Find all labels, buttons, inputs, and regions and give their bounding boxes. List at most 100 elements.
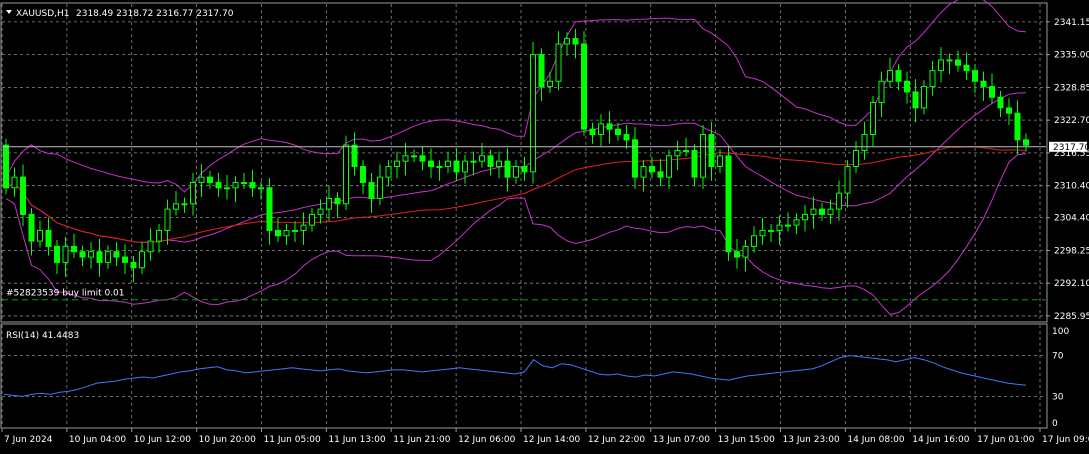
bullish-candle bbox=[62, 245, 69, 263]
bullish-candle bbox=[751, 235, 757, 247]
bullish-candle bbox=[173, 203, 179, 210]
bearish-candle bbox=[351, 144, 358, 167]
bullish-candle bbox=[402, 155, 409, 162]
bullish-candle bbox=[462, 160, 468, 173]
bullish-candle bbox=[878, 80, 885, 104]
bullish-candle bbox=[470, 160, 477, 163]
bearish-candle bbox=[3, 144, 9, 189]
bullish-candle bbox=[768, 229, 774, 232]
ohlc-values: 2318.49 2318.72 2316.77 2317.70 bbox=[76, 9, 234, 19]
bearish-candle bbox=[963, 64, 970, 72]
bearish-candle bbox=[419, 155, 426, 162]
bullish-candle bbox=[785, 224, 791, 227]
price-tick-label: 2322.70 bbox=[1054, 116, 1089, 126]
bearish-candle bbox=[28, 213, 35, 242]
bullish-candle bbox=[717, 155, 723, 167]
bearish-candle bbox=[734, 251, 740, 258]
bullish-candle bbox=[283, 229, 290, 237]
bullish-candle bbox=[683, 150, 689, 153]
bearish-candle bbox=[589, 128, 596, 136]
buy-limit-order-label: #52823539 buy limit 0.01 bbox=[6, 289, 125, 299]
bullish-candle bbox=[232, 181, 239, 189]
price-tick-label: 2285.95 bbox=[1054, 312, 1089, 322]
bullish-candle bbox=[411, 155, 417, 158]
time-tick-label: 10 Jun 20:00 bbox=[199, 435, 256, 445]
bullish-candle bbox=[759, 229, 766, 237]
bullish-candle bbox=[836, 192, 842, 210]
bearish-candle bbox=[96, 251, 103, 263]
bullish-candle bbox=[292, 229, 298, 232]
bullish-candle bbox=[921, 86, 927, 109]
bearish-candle bbox=[632, 139, 638, 178]
time-tick-label: 12 Jun 06:00 bbox=[458, 435, 515, 445]
time-tick-label: 17 Jun 09:00 bbox=[1042, 435, 1089, 445]
bearish-candle bbox=[1014, 112, 1021, 141]
bearish-candle bbox=[819, 208, 825, 215]
price-tick-label: 2310.40 bbox=[1054, 182, 1089, 192]
bearish-candle bbox=[691, 150, 698, 178]
rsi-level-label: 0 bbox=[1052, 419, 1058, 429]
rsi-label: RSI(14) 41.4483 bbox=[6, 331, 79, 341]
symbol-timeframe: XAUUSD,H1 bbox=[16, 9, 70, 19]
bullish-candle bbox=[385, 165, 392, 178]
bullish-candle bbox=[309, 213, 315, 226]
bullish-candle bbox=[666, 155, 672, 178]
price-tick-label: 2328.85 bbox=[1054, 83, 1089, 93]
current-price-label: 2317.70 bbox=[1053, 143, 1089, 153]
price-tick-label: 2292.10 bbox=[1054, 279, 1089, 289]
time-tick-label: 14 Jun 16:00 bbox=[912, 435, 969, 445]
bullish-candle bbox=[190, 181, 196, 205]
bearish-candle bbox=[1006, 107, 1012, 114]
chart-window[interactable]: #52823539 buy limit 0.01 XAUUSD,H1 2318.… bbox=[0, 0, 1089, 454]
time-tick-label: 17 Jun 01:00 bbox=[977, 435, 1034, 445]
time-tick-label: 10 Jun 12:00 bbox=[134, 435, 191, 445]
bullish-candle bbox=[598, 123, 604, 136]
bearish-candle bbox=[708, 134, 715, 167]
rsi-level-label: 100 bbox=[1052, 327, 1069, 337]
time-tick-label: 13 Jun 07:00 bbox=[653, 435, 710, 445]
bearish-candle bbox=[521, 165, 528, 173]
bullish-candle bbox=[258, 187, 264, 190]
bullish-candle bbox=[810, 208, 817, 215]
rsi-panel[interactable] bbox=[0, 323, 1048, 429]
bullish-candle bbox=[776, 224, 783, 231]
bullish-candle bbox=[547, 80, 553, 88]
bearish-candle bbox=[130, 261, 137, 269]
bearish-candle bbox=[606, 123, 613, 130]
bullish-candle bbox=[88, 251, 94, 258]
bearish-candle bbox=[955, 59, 961, 66]
bearish-candle bbox=[487, 155, 494, 167]
bearish-candle bbox=[207, 176, 213, 183]
price-axis[interactable]: 2341.152335.002328.852322.702316.552310.… bbox=[1046, 18, 1089, 322]
bullish-candle bbox=[147, 240, 154, 253]
time-axis[interactable]: 7 Jun 2024 10 Jun 04:00 10 Jun 12:00 10 Jun… bbox=[1, 428, 1089, 445]
bearish-candle bbox=[266, 187, 273, 231]
bearish-candle bbox=[45, 229, 52, 247]
bearish-candle bbox=[980, 80, 987, 88]
price-tick-label: 2298.25 bbox=[1054, 246, 1089, 256]
time-tick-label: 11 Jun 21:00 bbox=[393, 435, 450, 445]
time-tick-label: 7 Jun 2024 bbox=[4, 435, 53, 445]
time-tick-label: 10 Jun 04:00 bbox=[69, 435, 126, 445]
bullish-candle bbox=[224, 187, 230, 190]
bearish-candle bbox=[113, 251, 120, 258]
time-tick-label: 12 Jun 22:00 bbox=[588, 435, 645, 445]
bullish-candle bbox=[844, 165, 851, 194]
bearish-candle bbox=[1023, 139, 1029, 146]
bullish-candle bbox=[436, 165, 443, 168]
bullish-candle bbox=[300, 224, 307, 231]
bearish-candle bbox=[623, 134, 630, 141]
bearish-candle bbox=[904, 80, 910, 93]
bullish-candle bbox=[938, 59, 944, 72]
bearish-candle bbox=[249, 181, 256, 189]
bearish-candle bbox=[504, 160, 511, 178]
bullish-candle bbox=[181, 203, 188, 206]
bullish-candle bbox=[887, 70, 893, 82]
bullish-candle bbox=[241, 181, 247, 184]
bullish-candle bbox=[555, 43, 562, 82]
bearish-candle bbox=[972, 70, 978, 82]
bearish-candle bbox=[997, 96, 1004, 109]
bullish-candle bbox=[640, 165, 647, 178]
bearish-candle bbox=[895, 70, 902, 82]
bullish-candle bbox=[394, 160, 400, 167]
